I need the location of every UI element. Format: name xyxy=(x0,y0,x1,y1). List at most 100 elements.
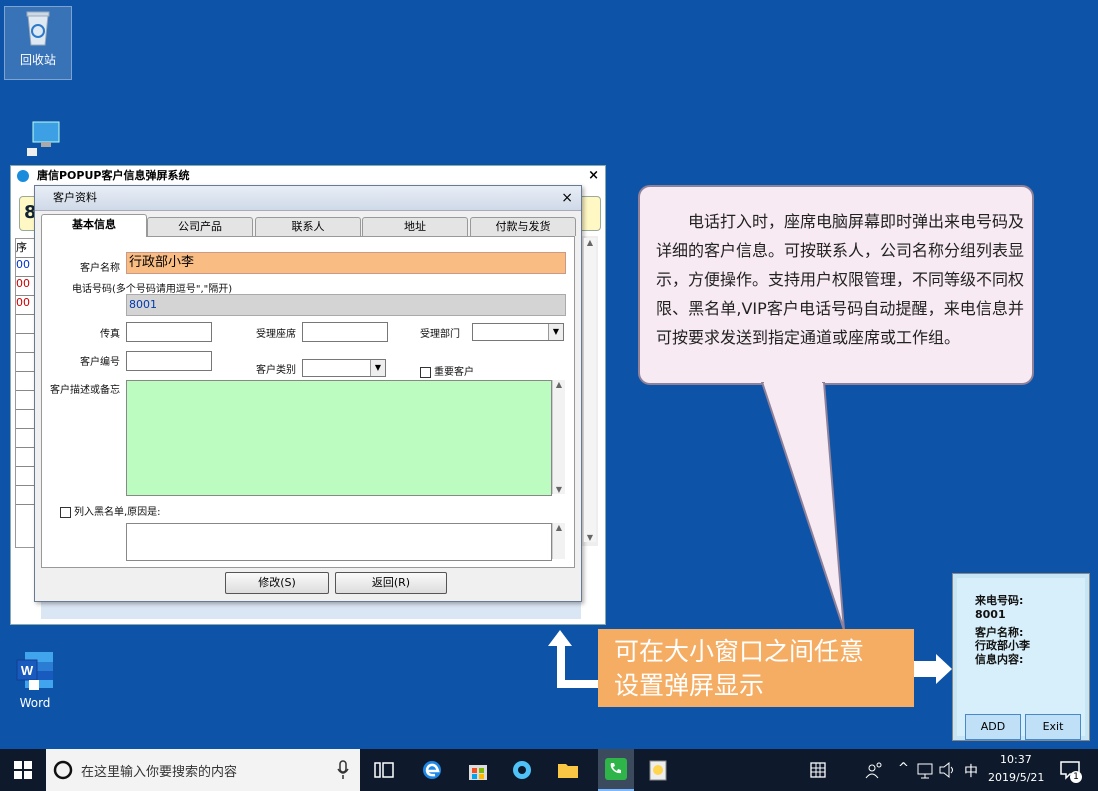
fax-label: 传真 xyxy=(100,329,120,340)
phone-field[interactable]: 8001 xyxy=(126,294,566,316)
list-item[interactable]: 00 xyxy=(16,277,36,296)
phone-label: 电话号码(多个号码请用逗号","隔开) xyxy=(72,284,233,295)
customer-type-select[interactable]: ▼ xyxy=(302,359,386,377)
arrow-up-left-icon xyxy=(548,630,598,688)
handler-dept-label: 受理部门 xyxy=(420,329,460,340)
callout-text: 电话打入时，座席电脑屏幕即时弹出来电号码及详细的客户信息。可按联系人，公司名称分… xyxy=(656,212,1025,347)
cortana-icon xyxy=(53,760,73,780)
banner-line-1: 可在大小窗口之间任意 xyxy=(614,637,865,666)
list-item[interactable] xyxy=(16,448,36,467)
arrow-right-icon xyxy=(914,654,952,684)
add-button[interactable]: ADD xyxy=(965,714,1021,740)
clock-time[interactable]: 10:37 xyxy=(1000,753,1032,766)
list-item[interactable] xyxy=(16,372,36,391)
list-header: 序 xyxy=(16,239,36,258)
chat-bubble-icon xyxy=(17,170,29,182)
desc-scrollbar[interactable]: ▲ ▼ xyxy=(552,380,565,494)
task-view-icon[interactable] xyxy=(372,758,396,782)
customer-no-label: 客户编号 xyxy=(80,357,120,368)
mini-info-label: 信息内容: xyxy=(975,653,1024,666)
tab-basic-info[interactable]: 基本信息 xyxy=(41,214,147,237)
contacts-app-icon[interactable] xyxy=(646,758,670,782)
computer-icon xyxy=(21,118,61,158)
blacklist-reason-field[interactable] xyxy=(126,523,552,561)
exit-button[interactable]: Exit xyxy=(1025,714,1081,740)
tab-contacts[interactable]: 联系人 xyxy=(255,217,361,236)
desktop-icon-recycle-bin[interactable]: 回收站 xyxy=(4,6,72,80)
back-button[interactable]: 返回(R) xyxy=(335,572,447,594)
list-item[interactable]: 00 xyxy=(16,258,36,277)
fax-field[interactable] xyxy=(126,322,212,342)
customer-name-field[interactable]: 行政部小李 xyxy=(126,252,566,274)
taskbar-active-app[interactable] xyxy=(598,749,634,791)
desktop-icon-word[interactable]: W Word xyxy=(2,650,68,722)
resize-banner: 可在大小窗口之间任意 设置弹屏显示 xyxy=(598,629,914,707)
microphone-icon[interactable] xyxy=(336,760,350,780)
dialog-close-button[interactable]: × xyxy=(561,186,573,210)
dialog-tabs: 基本信息 公司产品 联系人 地址 付款与发货 xyxy=(41,214,579,237)
tab-payment-shipping[interactable]: 付款与发货 xyxy=(470,217,576,236)
taskbar-search-box[interactable]: 在这里输入你要搜索的内容 xyxy=(46,749,360,791)
list-item[interactable] xyxy=(16,391,36,410)
dialog-titlebar[interactable]: 客户资料 × xyxy=(35,186,581,211)
word-icon: W xyxy=(15,650,55,690)
mini-popup-body: 来电号码: 8001 客户名称: 行政部小李 信息内容: ADD Exit xyxy=(957,578,1085,740)
banner-line-2: 设置弹屏显示 xyxy=(614,671,765,700)
recycle-bin-label: 回收站 xyxy=(19,53,56,67)
store-icon[interactable] xyxy=(466,758,490,782)
tab-company-products[interactable]: 公司产品 xyxy=(147,217,253,236)
list-item[interactable]: 00 xyxy=(16,296,36,315)
handler-dept-select[interactable]: ▼ xyxy=(472,323,564,341)
blacklist-label: 列入黑名单,原因是: xyxy=(74,507,161,518)
chevron-up-icon[interactable]: ^ xyxy=(898,761,909,776)
list-item[interactable] xyxy=(16,315,36,334)
people-icon[interactable] xyxy=(862,758,886,782)
customer-name-label: 客户名称 xyxy=(80,263,120,274)
basic-info-panel: 客户名称 行政部小李 电话号码(多个号码请用逗号","隔开) 8001 传真 受… xyxy=(41,236,575,568)
list-item[interactable] xyxy=(16,334,36,353)
customer-type-label: 客户类别 xyxy=(256,365,296,376)
file-explorer-icon[interactable] xyxy=(556,758,580,782)
dialog-scrollbar[interactable]: ▲ ▼ xyxy=(583,238,596,542)
tab-address[interactable]: 地址 xyxy=(362,217,468,236)
word-label: Word xyxy=(19,696,51,710)
list-item[interactable] xyxy=(16,486,36,505)
keyboard-grid-icon[interactable] xyxy=(806,758,830,782)
chevron-down-icon: ▼ xyxy=(548,324,563,340)
search-placeholder: 在这里输入你要搜索的内容 xyxy=(81,765,238,780)
list-item[interactable] xyxy=(16,467,36,486)
network-icon[interactable] xyxy=(916,758,934,782)
feature-callout: 电话打入时，座席电脑屏幕即时弹出来电号码及详细的客户信息。可按联系人，公司名称分… xyxy=(638,185,1034,385)
main-window-titlebar[interactable]: 唐信POPUP客户信息弹屏系统 × xyxy=(11,166,605,186)
vip-checkbox[interactable]: 重要客户 xyxy=(420,363,474,378)
callout-pointer xyxy=(760,382,845,631)
recycle-bin-icon xyxy=(18,7,58,47)
list-item[interactable] xyxy=(16,429,36,448)
chevron-down-icon: ▼ xyxy=(370,360,385,376)
vip-checkbox-box[interactable] xyxy=(420,366,431,378)
edit-button[interactable]: 修改(S) xyxy=(225,572,329,594)
list-item[interactable] xyxy=(16,410,36,429)
handler-seat-field[interactable] xyxy=(302,322,388,342)
desc-label: 客户描述或备忘 xyxy=(50,385,120,396)
main-window-title: 唐信POPUP客户信息弹屏系统 xyxy=(37,169,190,182)
main-window-close-button[interactable]: × xyxy=(588,166,599,186)
desktop-icon-this-pc[interactable] xyxy=(8,118,74,168)
clock-date[interactable]: 2019/5/21 xyxy=(988,771,1044,784)
customer-no-field[interactable] xyxy=(126,351,212,371)
mini-popup: 来电号码: 8001 客户名称: 行政部小李 信息内容: ADD Exit xyxy=(952,573,1090,741)
taskbar: 在这里输入你要搜索的内容 ^ 中 10:37 2019/5/21 1 xyxy=(0,749,1098,791)
phone-app-icon xyxy=(605,758,627,780)
quick-assist-icon[interactable] xyxy=(510,758,534,782)
blacklist-checkbox[interactable]: 列入黑名单,原因是: xyxy=(60,503,161,518)
blacklist-checkbox-box[interactable] xyxy=(60,506,71,518)
reason-scrollbar[interactable]: ▲ xyxy=(552,523,565,559)
svg-text:W: W xyxy=(21,663,34,678)
volume-icon[interactable] xyxy=(938,758,956,782)
dialog-title: 客户资料 xyxy=(53,191,97,204)
ime-indicator[interactable]: 中 xyxy=(964,761,978,781)
desc-textarea[interactable] xyxy=(126,380,552,496)
edge-browser-icon[interactable] xyxy=(420,758,444,782)
list-item[interactable] xyxy=(16,353,36,372)
windows-start-icon[interactable] xyxy=(11,758,35,782)
